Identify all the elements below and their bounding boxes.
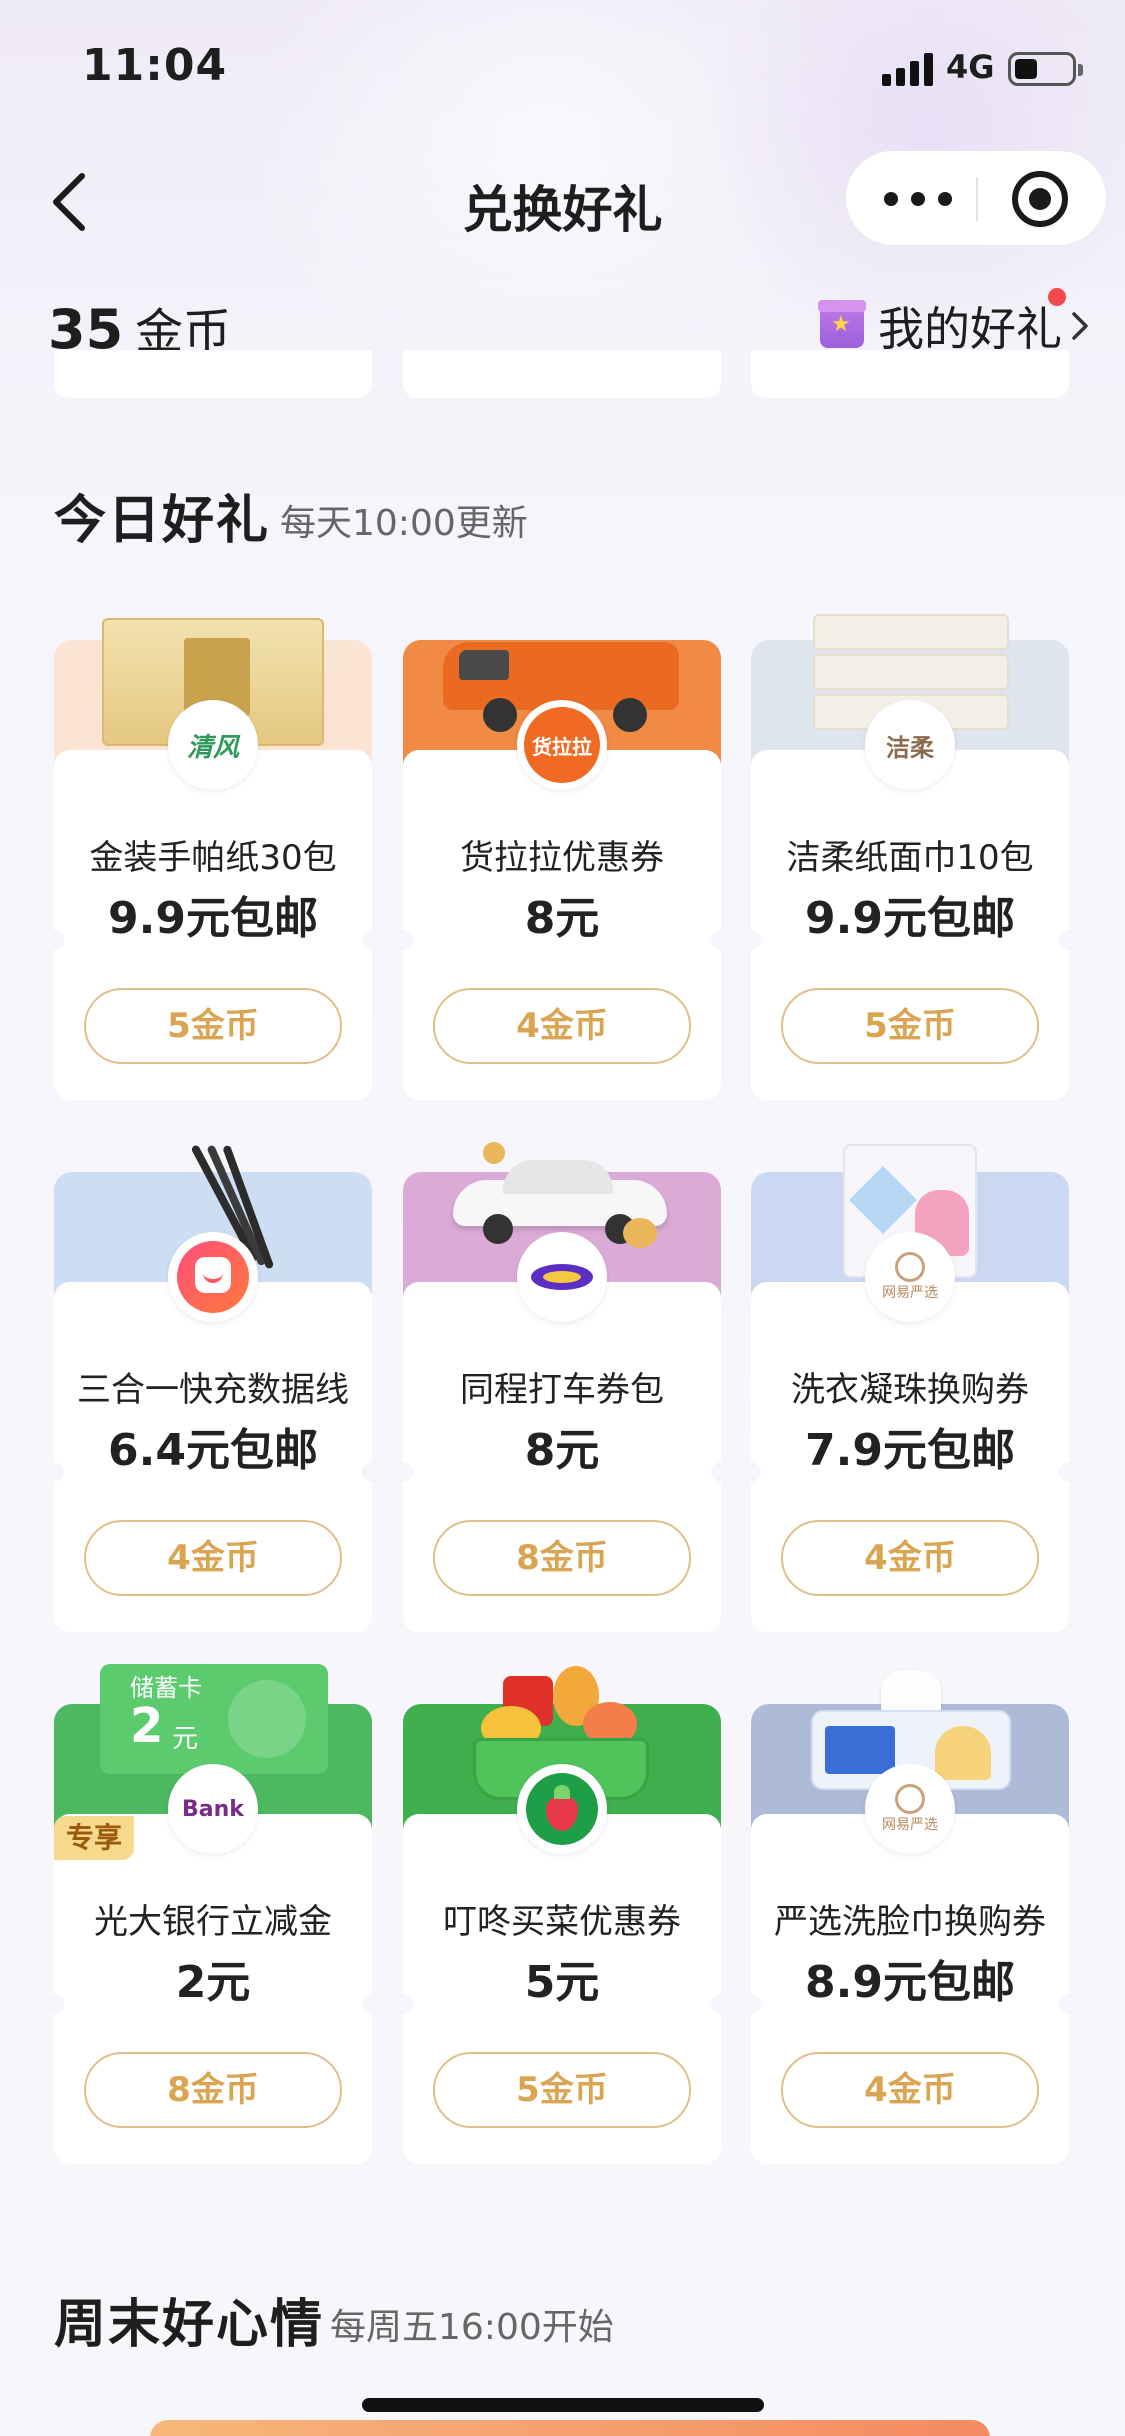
signal-icon xyxy=(882,52,934,86)
redeem-button[interactable]: 4金币 xyxy=(781,2052,1039,2128)
gift-price: 8元 xyxy=(524,1425,600,1476)
weekend-section-subtitle: 每周五16:00开始 xyxy=(330,2307,614,2348)
close-miniprogram-button[interactable] xyxy=(1012,171,1068,227)
gift-name: 同程打车券包 xyxy=(460,1370,664,1410)
radish-logo-icon xyxy=(526,1773,598,1845)
network-label: 4G xyxy=(946,48,995,86)
gift-price: 5元 xyxy=(524,1957,600,2008)
brand-logo: 货拉拉 xyxy=(517,700,607,790)
brand-logo: 网易严选 xyxy=(865,1764,955,1854)
brand-logo xyxy=(517,1232,607,1322)
notification-dot xyxy=(1048,288,1066,306)
brand-logo xyxy=(168,1232,258,1322)
blimp-logo-icon xyxy=(531,1264,593,1290)
redeem-button[interactable]: 4金币 xyxy=(84,1520,342,1596)
gift-card[interactable]: 叮咚买菜优惠券 5元 5金币 xyxy=(393,1666,731,2164)
status-time: 11:04 xyxy=(82,40,228,91)
brand-logo-text: 网易严选 xyxy=(882,1817,938,1833)
brand-logo: 网易严选 xyxy=(865,1232,955,1322)
gift-icon xyxy=(818,300,866,348)
redeem-button[interactable]: 8金币 xyxy=(84,2052,342,2128)
gift-card[interactable]: 货拉拉 货拉拉优惠券 8元 4金币 xyxy=(393,640,731,1100)
yanxuan-logo-icon xyxy=(895,1784,925,1814)
brand-logo-text: 网易严选 xyxy=(882,1285,938,1301)
gift-price: 6.4元包邮 xyxy=(108,1425,318,1476)
gift-price: 8元 xyxy=(524,893,600,944)
brand-logo-text: 洁柔 xyxy=(886,733,934,762)
gift-card[interactable]: 三合一快充数据线 6.4元包邮 4金币 xyxy=(44,1144,382,1632)
gift-name: 叮咚买菜优惠券 xyxy=(443,1902,681,1942)
dot-icon xyxy=(884,192,898,206)
more-button[interactable] xyxy=(884,181,954,215)
my-gifts-link[interactable]: 我的好礼 xyxy=(818,296,1092,356)
gift-price: 2元 xyxy=(175,1957,251,2008)
gift-card[interactable]: 网易严选 洗衣凝珠换购券 7.9元包邮 4金币 xyxy=(741,1144,1079,1632)
dot-icon xyxy=(938,192,952,206)
dot-icon xyxy=(911,192,925,206)
redeem-button[interactable]: 8金币 xyxy=(433,1520,691,1596)
capsule-divider xyxy=(976,177,978,221)
today-section-title: 今日好礼 xyxy=(54,491,271,551)
brand-logo-text: 货拉拉 xyxy=(524,707,600,783)
redeem-button[interactable]: 4金币 xyxy=(781,1520,1039,1596)
gift-name: 严选洗脸巾换购券 xyxy=(774,1902,1046,1942)
coupon-ticket-image: 储蓄卡 2 元 xyxy=(100,1664,328,1774)
gift-card[interactable]: 同程打车券包 8元 8金币 xyxy=(393,1142,731,1632)
gift-price: 9.9元包邮 xyxy=(108,893,318,944)
miniprogram-capsule xyxy=(845,150,1107,246)
brand-logo-text: 清风 xyxy=(186,732,239,763)
gift-card[interactable]: 清风 金装手帕纸30包 9.9元包邮 5金币 xyxy=(44,618,382,1100)
gift-price: 8.9元包邮 xyxy=(805,1957,1015,2008)
yanxuan-logo-icon xyxy=(895,1252,925,1282)
redeem-button[interactable]: 5金币 xyxy=(84,988,342,1064)
gift-card[interactable]: 储蓄卡 2 元 专享 Bank 光大银行立减金 2元 8金币 xyxy=(44,1664,382,2164)
gift-name: 洗衣凝珠换购券 xyxy=(791,1370,1029,1410)
weekend-section-title: 周末好心情 xyxy=(54,2295,325,2355)
battery-icon xyxy=(1008,52,1083,86)
brand-logo xyxy=(517,1764,607,1854)
gift-name: 光大银行立减金 xyxy=(94,1902,332,1942)
smile-logo-icon xyxy=(177,1241,249,1313)
exclusive-badge: 专享 xyxy=(54,1816,134,1860)
gift-price: 9.9元包邮 xyxy=(805,893,1015,944)
gift-name: 货拉拉优惠券 xyxy=(460,838,664,878)
redeem-button[interactable]: 5金币 xyxy=(433,2052,691,2128)
gift-card[interactable]: 洁柔 洁柔纸面巾10包 9.9元包邮 5金币 xyxy=(741,614,1079,1100)
gift-card[interactable]: 网易严选 严选洗脸巾换购券 8.9元包邮 4金币 xyxy=(741,1670,1079,2164)
weekend-card-peek xyxy=(150,2420,990,2436)
coupon-unit: 元 xyxy=(172,1724,199,1754)
card-peek xyxy=(751,350,1069,398)
card-peek xyxy=(54,350,372,398)
brand-logo-text: Bank xyxy=(182,1796,244,1822)
brand-logo: 洁柔 xyxy=(865,700,955,790)
chevron-right-icon xyxy=(1072,312,1088,340)
redeem-button[interactable]: 5金币 xyxy=(781,988,1039,1064)
home-indicator xyxy=(362,2398,764,2412)
card-peek xyxy=(403,350,721,398)
coupon-value: 2 xyxy=(130,1698,164,1754)
status-bar: 11:04 4G xyxy=(0,0,1125,135)
gift-price: 7.9元包邮 xyxy=(805,1425,1015,1476)
brand-logo: 清风 xyxy=(168,700,258,790)
brand-logo: Bank xyxy=(168,1764,258,1854)
page: 11:04 4G 兑换好礼 35金币 我的好礼 今日好礼 每天10:00更新 xyxy=(0,0,1125,2436)
gift-name: 洁柔纸面巾10包 xyxy=(786,838,1034,878)
car-image xyxy=(453,1142,667,1248)
gift-name: 金装手帕纸30包 xyxy=(89,838,337,878)
gift-name: 三合一快充数据线 xyxy=(77,1370,349,1410)
redeem-button[interactable]: 4金币 xyxy=(433,988,691,1064)
today-section-subtitle: 每天10:00更新 xyxy=(280,503,528,544)
